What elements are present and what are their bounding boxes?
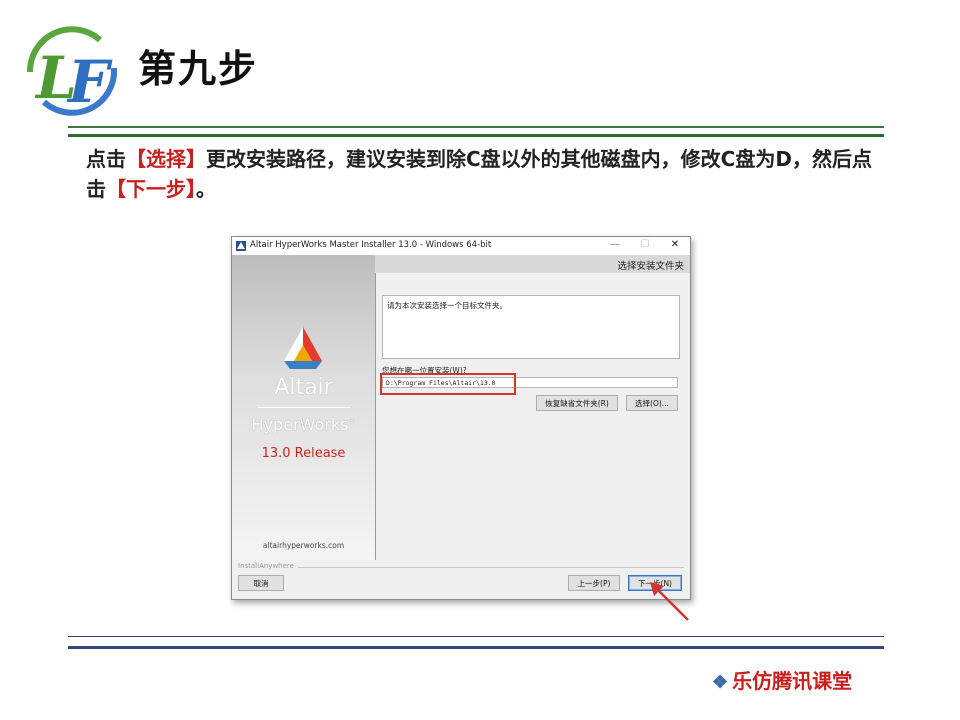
altair-logo-icon (284, 327, 322, 369)
divider (68, 636, 884, 637)
instruction-highlight-next: 【下一步】 (106, 177, 196, 201)
divider (298, 567, 684, 568)
annotation-arrow-icon (650, 582, 689, 621)
installer-brand-label: InstallAnywhere (238, 562, 294, 570)
release-label: 13.0 Release (261, 446, 346, 461)
instruction-part: 。 (196, 177, 216, 201)
divider (68, 134, 884, 137)
branding-panel: Altair HyperWorks® 13.0 Release altairhy… (232, 255, 375, 560)
installer-window: Altair HyperWorks Master Installer 13.0 … (231, 236, 691, 600)
restore-default-folder-button[interactable]: 恢复缺省文件夹(R) (536, 395, 618, 411)
description-text: 请为本次安装选择一个目标文件夹。 (387, 301, 507, 310)
close-icon[interactable]: ✕ (664, 239, 686, 250)
instruction-text: 点击【选择】更改安装路径，建议安装到除C盘以外的其他磁盘内，修改C盘为D，然后点… (86, 144, 876, 204)
footer-brand-text: 乐仿腾讯课堂 (732, 669, 853, 693)
product-name-text: HyperWorks (251, 415, 349, 434)
previous-button[interactable]: 上一步(P) (568, 575, 620, 591)
minimize-icon[interactable]: — (604, 239, 626, 250)
window-title: Altair HyperWorks Master Installer 13.0 … (250, 240, 492, 250)
title-bar: Altair HyperWorks Master Installer 13.0 … (232, 237, 690, 255)
footer-brand: ❖ 乐仿腾讯课堂 (712, 665, 852, 694)
trademark-mark: ® (348, 417, 356, 426)
app-icon (236, 241, 246, 251)
description-box: 请为本次安装选择一个目标文件夹。 (382, 295, 680, 359)
brand-name: Altair (274, 375, 333, 400)
cancel-button[interactable]: 取消 (238, 575, 284, 591)
maximize-icon[interactable]: ☐ (634, 239, 656, 250)
svg-text:F: F (66, 48, 113, 116)
content-panel: 请为本次安装选择一个目标文件夹。 您想在哪一位置安装(W)? D:\Progra… (375, 273, 689, 560)
divider (257, 407, 351, 408)
diamond-icon: ❖ (712, 672, 729, 693)
window-footer: InstallAnywhere 取消 上一步(P) 下一步(N) (232, 560, 690, 599)
annotation-highlight-box (380, 373, 516, 395)
divider (68, 126, 884, 128)
lf-logo-icon: L F (26, 26, 118, 116)
instruction-highlight-choose: 【选择】 (126, 147, 206, 171)
product-name: HyperWorks® (232, 415, 375, 434)
step-title: 选择安装文件夹 (617, 261, 684, 272)
website-label: altairhyperworks.com (262, 541, 345, 550)
divider (68, 646, 884, 649)
instruction-part: 点击 (86, 147, 126, 171)
slide-title: 第九步 (138, 47, 259, 91)
step-header: 选择安装文件夹 (375, 255, 690, 273)
choose-button[interactable]: 选择(O)... (626, 395, 678, 411)
